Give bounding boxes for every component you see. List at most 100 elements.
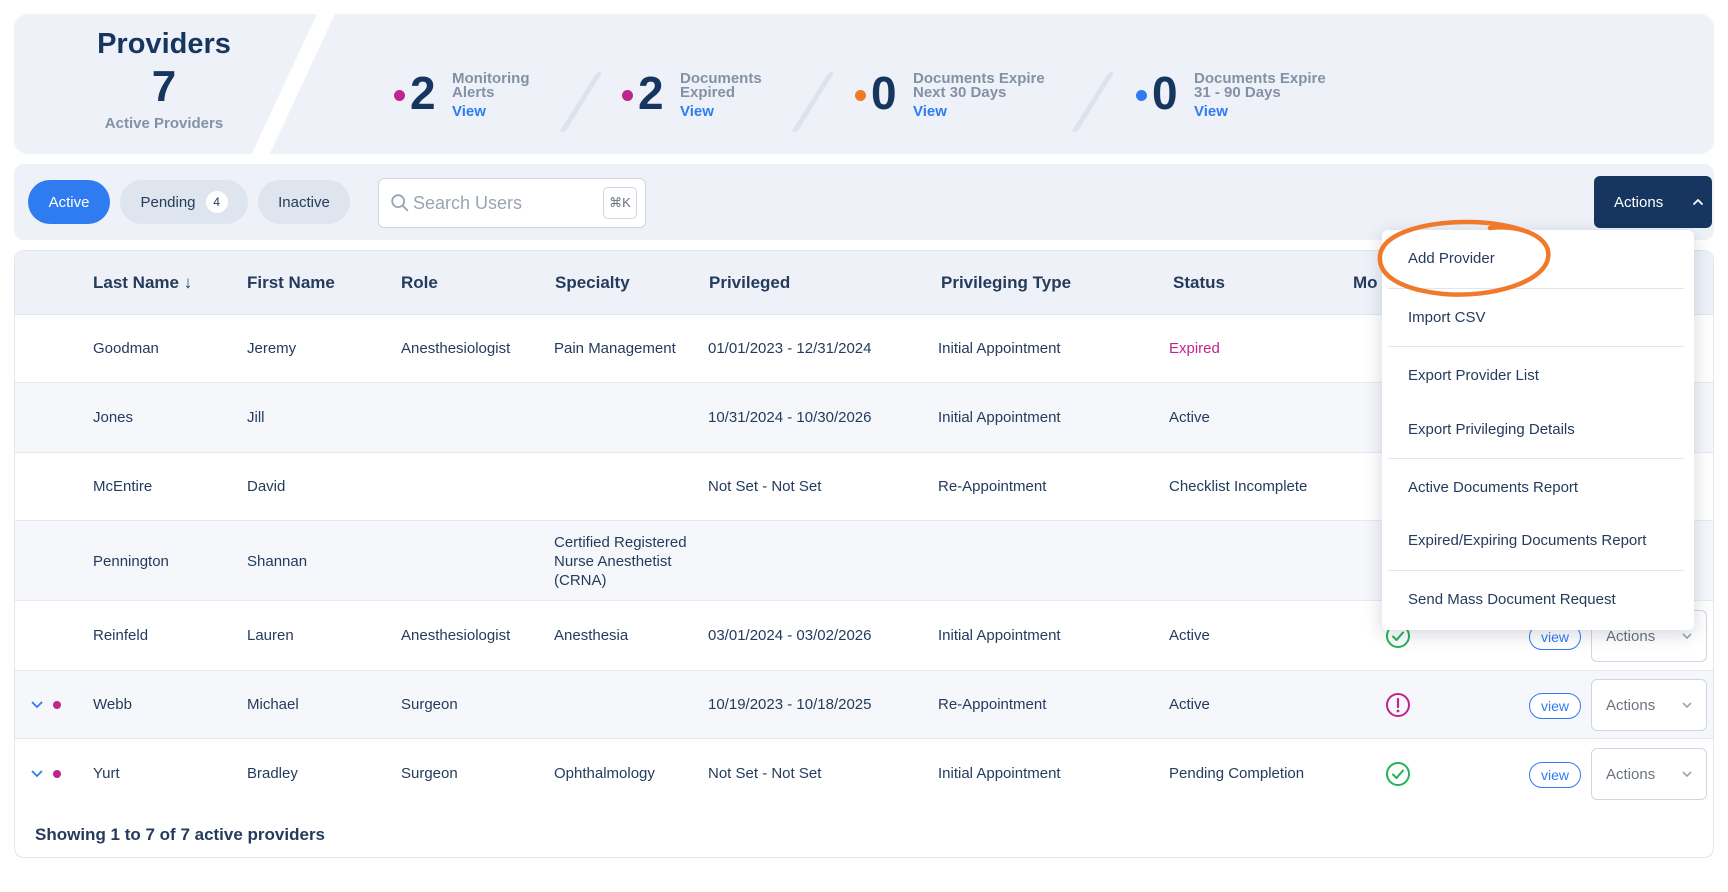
stat-label: Documents Expired: [680, 70, 762, 101]
column-header-status[interactable]: Status: [1173, 273, 1225, 293]
cell-role: Anesthesiologist: [401, 340, 511, 357]
view-button[interactable]: view: [1529, 762, 1581, 788]
header-divider: [244, 14, 338, 154]
providers-count: 7: [151, 62, 177, 111]
expand-chevron-icon[interactable]: [29, 766, 45, 782]
view-button[interactable]: view: [1529, 693, 1581, 719]
column-header-last-name[interactable]: Last Name ↓: [93, 273, 192, 293]
cell-privileging-type: Re-Appointment: [938, 696, 1047, 713]
pagination-summary: Showing 1 to 7 of 7 active providers: [35, 825, 326, 844]
cell-last-name: Goodman: [93, 340, 159, 357]
search-box: ⌘K: [378, 178, 646, 228]
cell-last-name: Yurt: [93, 765, 120, 782]
menu-item-import-csv[interactable]: Import CSV: [1408, 309, 1486, 326]
cell-role: Anesthesiologist: [401, 627, 511, 644]
cell-status: Expired: [1169, 340, 1220, 357]
cell-specialty: Ophthalmology: [554, 765, 655, 782]
cell-privileged: 03/01/2024 - 03/02/2026: [708, 627, 872, 644]
filter-bar: Active Pending 4 Inactive ⌘K Actions: [14, 164, 1714, 240]
table-row[interactable]: Webb Michael Surgeon 10/19/2023 - 10/18/…: [15, 671, 1713, 739]
pending-count-badge: 4: [205, 191, 228, 213]
info-dot-icon: [1136, 90, 1147, 101]
cell-privileged: Not Set - Not Set: [708, 765, 822, 782]
cell-last-name: Jones: [93, 409, 134, 426]
cell-status: Active: [1169, 409, 1210, 426]
stat-value: 2: [410, 67, 436, 119]
search-icon: [391, 194, 409, 212]
cell-last-name: Reinfeld: [93, 627, 149, 644]
column-header-privileging-type[interactable]: Privileging Type: [941, 273, 1071, 293]
chevron-up-icon: [1693, 199, 1704, 205]
alert-dot-icon: [622, 90, 633, 101]
cell-privileging-type: Initial Appointment: [938, 765, 1061, 782]
expand-chevron-icon[interactable]: [29, 697, 45, 713]
cell-specialty: Pain Management: [554, 340, 676, 357]
menu-item-expired-expiring-report[interactable]: Expired/Expiring Documents Report: [1408, 532, 1646, 549]
actions-menu-button[interactable]: Actions: [1594, 176, 1712, 228]
stat-view-link[interactable]: View: [452, 103, 486, 120]
tab-active[interactable]: Active: [28, 180, 110, 224]
cell-privileged: Not Set - Not Set: [708, 478, 822, 495]
column-header-role[interactable]: Role: [401, 273, 438, 293]
column-header-privileged[interactable]: Privileged: [709, 273, 790, 293]
actions-label: Actions: [1614, 193, 1664, 211]
cell-specialty: Anesthesia: [554, 627, 629, 644]
search-input[interactable]: [413, 190, 593, 216]
tab-label: Active: [48, 193, 90, 211]
menu-divider: [1388, 570, 1684, 571]
column-header-first-name[interactable]: First Name: [247, 273, 335, 293]
menu-item-export-privileging-details[interactable]: Export Privileging Details: [1408, 421, 1575, 438]
row-actions-label: Actions: [1606, 765, 1656, 783]
stat-view-link[interactable]: View: [680, 103, 714, 120]
menu-divider: [1388, 346, 1684, 347]
summary-header: Providers 7 Active Providers 2 Monitorin…: [14, 14, 1714, 154]
column-header-monitoring[interactable]: Mo: [1353, 273, 1378, 293]
cell-role: Surgeon: [401, 765, 458, 782]
page-title: Providers: [97, 28, 231, 60]
actions-dropdown-menu: Add Provider Import CSV Export Provider …: [1382, 230, 1694, 630]
cell-first-name: Lauren: [247, 627, 294, 644]
cell-privileged: 10/19/2023 - 10/18/2025: [708, 696, 872, 713]
stat-view-link[interactable]: View: [913, 103, 947, 120]
cell-role: Surgeon: [401, 696, 458, 713]
cell-privileged: 10/31/2024 - 10/30/2026: [708, 409, 872, 426]
cell-last-name: Pennington: [93, 553, 169, 570]
tab-inactive[interactable]: Inactive: [258, 180, 350, 224]
cell-first-name: Michael: [247, 696, 299, 713]
keyboard-shortcut-hint: ⌘K: [603, 187, 637, 219]
row-actions-dropdown[interactable]: Actions: [1591, 679, 1707, 731]
warning-dot-icon: [855, 90, 866, 101]
chevron-down-icon: [1682, 633, 1692, 640]
tab-pending[interactable]: Pending 4: [120, 180, 248, 224]
menu-item-add-provider[interactable]: Add Provider: [1408, 250, 1495, 267]
table-row[interactable]: Yurt Bradley Surgeon Ophthalmology Not S…: [15, 739, 1713, 809]
alert-circle-icon: [1386, 693, 1410, 717]
cell-specialty: Certified Registered Nurse Anesthetist (…: [554, 534, 687, 589]
check-circle-icon: [1386, 762, 1410, 786]
cell-privileged: 01/01/2023 - 12/31/2024: [708, 340, 872, 357]
tab-label: Pending: [140, 193, 196, 211]
stat-value: 0: [871, 67, 897, 119]
chevron-down-icon: [1682, 771, 1692, 778]
menu-item-send-mass-document-request[interactable]: Send Mass Document Request: [1408, 591, 1616, 608]
cell-privileging-type: Initial Appointment: [938, 409, 1061, 426]
column-header-specialty[interactable]: Specialty: [555, 273, 630, 293]
menu-divider: [1388, 458, 1684, 459]
menu-item-export-provider-list[interactable]: Export Provider List: [1408, 367, 1539, 384]
row-actions-label: Actions: [1606, 696, 1656, 714]
cell-privileging-type: Initial Appointment: [938, 340, 1061, 357]
stat-value: 0: [1152, 67, 1178, 119]
cell-first-name: David: [247, 478, 286, 495]
menu-item-active-documents-report[interactable]: Active Documents Report: [1408, 479, 1578, 496]
alert-dot-icon: [394, 90, 405, 101]
stat-view-link[interactable]: View: [1194, 103, 1228, 120]
row-actions-label: Actions: [1606, 627, 1656, 645]
cell-first-name: Shannan: [247, 553, 308, 570]
cell-privileging-type: Initial Appointment: [938, 627, 1061, 644]
cell-last-name: McEntire: [93, 478, 153, 495]
menu-divider: [1388, 288, 1684, 289]
cell-first-name: Bradley: [247, 765, 298, 782]
row-actions-dropdown[interactable]: Actions: [1591, 748, 1707, 800]
cell-last-name: Webb: [93, 696, 132, 713]
cell-first-name: Jill: [247, 409, 265, 426]
